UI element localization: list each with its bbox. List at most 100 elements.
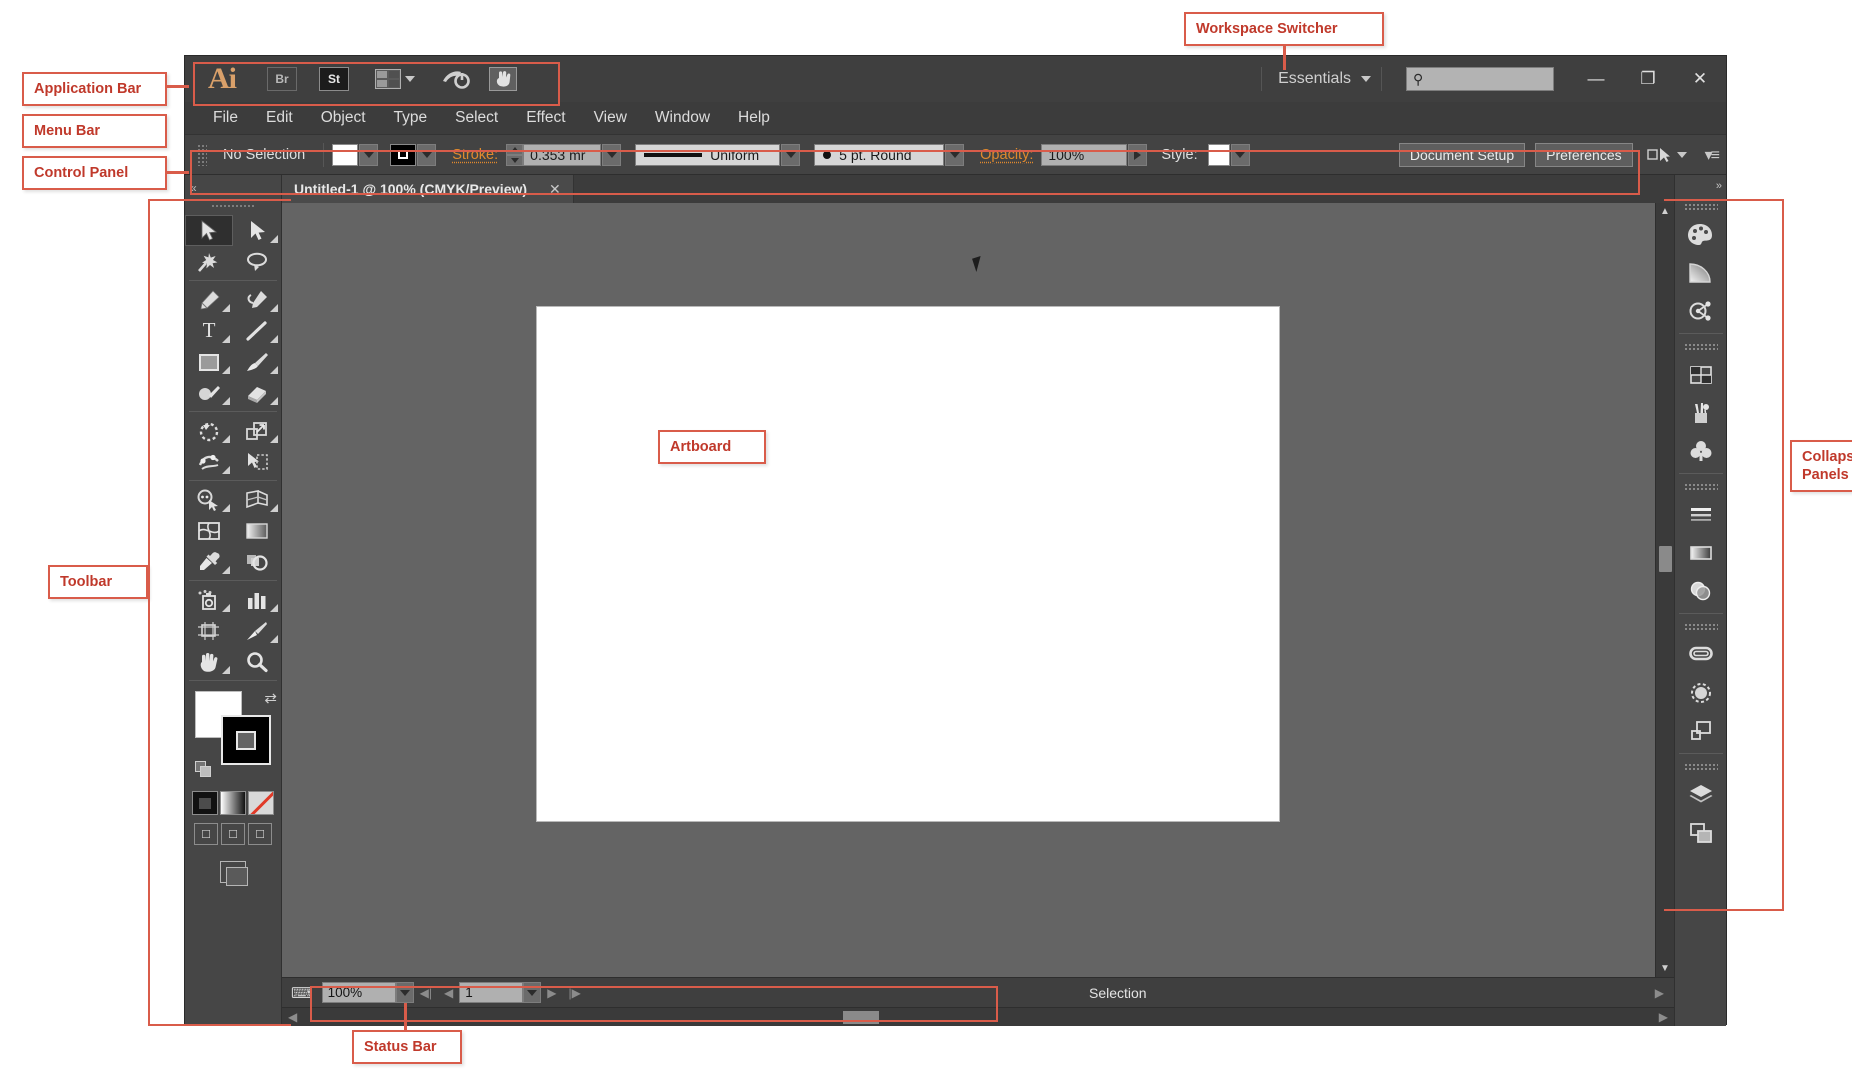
- opacity-flyout-button[interactable]: [1128, 143, 1148, 166]
- stock-button[interactable]: St: [319, 67, 349, 91]
- zoom-level-input[interactable]: 100%: [321, 982, 396, 1003]
- artboard-dropdown-button[interactable]: [523, 982, 542, 1003]
- slice-tool[interactable]: [233, 615, 281, 646]
- brush-definition-dropdown-button[interactable]: [945, 143, 965, 166]
- align-panel-icon[interactable]: [1679, 712, 1723, 750]
- panel-grip[interactable]: [197, 143, 207, 166]
- menu-item-edit[interactable]: Edit: [252, 109, 307, 127]
- menu-item-object[interactable]: Object: [307, 109, 380, 127]
- minimize-button[interactable]: —: [1570, 59, 1622, 99]
- panel-menu-button[interactable]: ▾≡: [1705, 145, 1720, 165]
- panel-group-grip[interactable]: [1683, 623, 1718, 632]
- menu-item-file[interactable]: File: [199, 109, 252, 127]
- menu-item-type[interactable]: Type: [380, 109, 442, 127]
- artboard[interactable]: [536, 306, 1280, 822]
- menu-item-select[interactable]: Select: [441, 109, 512, 127]
- blend-tool[interactable]: [233, 546, 281, 577]
- arrange-documents-button[interactable]: [375, 69, 415, 89]
- gear-button[interactable]: [441, 67, 471, 91]
- panel-group-grip[interactable]: [1683, 483, 1718, 492]
- chevron-down-icon[interactable]: [1361, 76, 1371, 82]
- full-screen-menubar-button[interactable]: ☐: [221, 823, 245, 845]
- scroll-right-icon[interactable]: ▶: [1653, 1010, 1674, 1024]
- pen-tool[interactable]: [185, 284, 233, 315]
- column-graph-tool[interactable]: [233, 584, 281, 615]
- appearance-panel-icon[interactable]: [1679, 674, 1723, 712]
- menu-item-view[interactable]: View: [580, 109, 641, 127]
- scale-tool[interactable]: [233, 415, 281, 446]
- symbol-sprayer-tool[interactable]: [185, 584, 233, 615]
- first-artboard-icon[interactable]: ◀|: [414, 986, 438, 1000]
- zoom-tool[interactable]: [233, 646, 281, 677]
- color-panel-icon[interactable]: [1679, 216, 1723, 254]
- collapse-toolbar-icon[interactable]: «: [190, 181, 197, 195]
- normal-screen-mode-button[interactable]: ☐: [194, 823, 218, 845]
- select-similar-button[interactable]: [1646, 146, 1687, 164]
- rotate-tool[interactable]: [185, 415, 233, 446]
- scroll-down-icon[interactable]: ▼: [1660, 960, 1670, 977]
- graphic-style-dropdown-button[interactable]: [1230, 143, 1250, 166]
- share-icon[interactable]: ⌨: [282, 984, 322, 1002]
- stroke-weight-stepper[interactable]: [506, 143, 524, 166]
- horizontal-scrollbar[interactable]: ◀ ▶: [282, 1007, 1674, 1026]
- brush-definition-face[interactable]: 5 pt. Round: [814, 143, 945, 166]
- scroll-up-icon[interactable]: ▲: [1660, 203, 1670, 220]
- bridge-button[interactable]: Br: [267, 67, 297, 91]
- stroke-dropdown-button[interactable]: [417, 143, 437, 166]
- mesh-tool[interactable]: [185, 515, 233, 546]
- workspace-switcher[interactable]: Essentials ⚲: [1251, 67, 1554, 91]
- menu-item-help[interactable]: Help: [724, 109, 784, 127]
- vertical-scrollbar[interactable]: ▲ ▼: [1655, 203, 1674, 977]
- panel-group-grip[interactable]: [1683, 203, 1718, 212]
- change-screen-mode-button[interactable]: [185, 861, 281, 886]
- stroke-profile-dropdown-button[interactable]: [781, 143, 801, 166]
- opacity-label[interactable]: Opacity:: [980, 147, 1033, 163]
- swatches-panel-icon[interactable]: [1679, 356, 1723, 394]
- none-mode-button[interactable]: [248, 791, 274, 815]
- graphic-style-swatch[interactable]: [1207, 143, 1230, 166]
- fill-swatch[interactable]: [332, 143, 359, 166]
- toolbar-header[interactable]: «: [185, 175, 281, 201]
- document-tab[interactable]: Untitled-1 @ 100% (CMYK/Preview) ✕: [282, 175, 574, 203]
- horizontal-scroll-track[interactable]: [303, 1008, 1653, 1026]
- direct-selection-tool[interactable]: [233, 215, 281, 246]
- default-fill-stroke-icon[interactable]: [195, 761, 213, 779]
- chevron-down-icon[interactable]: [1676, 151, 1687, 158]
- artboard-number-input[interactable]: 1: [459, 982, 524, 1003]
- selection-tool[interactable]: [185, 215, 233, 246]
- stroke-weight-dropdown-button[interactable]: [602, 143, 622, 166]
- vertical-scroll-track[interactable]: [1656, 220, 1674, 960]
- artboard-tool[interactable]: [185, 615, 233, 646]
- last-artboard-icon[interactable]: |▶: [562, 986, 586, 1000]
- color-themes-panel-icon[interactable]: [1679, 292, 1723, 330]
- gradient-mode-button[interactable]: [220, 791, 246, 815]
- brush-definition-control[interactable]: 5 pt. Round: [814, 143, 965, 166]
- canvas[interactable]: [282, 203, 1655, 977]
- layers-panel-icon[interactable]: [1679, 776, 1723, 814]
- free-transform-tool[interactable]: [233, 446, 281, 477]
- fill-color-control[interactable]: [332, 143, 379, 166]
- full-screen-mode-button[interactable]: ☐: [248, 823, 272, 845]
- eraser-tool[interactable]: [233, 377, 281, 408]
- graphic-style-control[interactable]: [1207, 143, 1250, 166]
- stroke-color-control[interactable]: [390, 143, 437, 166]
- eyedropper-tool[interactable]: [185, 546, 233, 577]
- horizontal-scroll-thumb[interactable]: [843, 1011, 880, 1024]
- opacity-input[interactable]: 100%: [1041, 143, 1128, 166]
- toolbar-grip[interactable]: [211, 201, 255, 211]
- paintbrush-tool[interactable]: [233, 346, 281, 377]
- line-segment-tool[interactable]: [233, 315, 281, 346]
- document-setup-button[interactable]: Document Setup: [1398, 142, 1526, 167]
- hand-pointer-button[interactable]: [489, 67, 517, 91]
- gradient-tool[interactable]: [233, 515, 281, 546]
- workspace-name[interactable]: Essentials: [1272, 70, 1357, 88]
- stroke-panel-icon[interactable]: [1679, 496, 1723, 534]
- lasso-tool[interactable]: [233, 246, 281, 277]
- previous-artboard-icon[interactable]: ◀: [438, 986, 459, 1000]
- fill-dropdown-button[interactable]: [359, 143, 379, 166]
- panel-group-grip[interactable]: [1683, 763, 1718, 772]
- magic-wand-tool[interactable]: [185, 246, 233, 277]
- search-input[interactable]: ⚲: [1406, 67, 1554, 91]
- stroke-weight-label[interactable]: Stroke:: [452, 147, 498, 163]
- perspective-grid-tool[interactable]: [233, 484, 281, 515]
